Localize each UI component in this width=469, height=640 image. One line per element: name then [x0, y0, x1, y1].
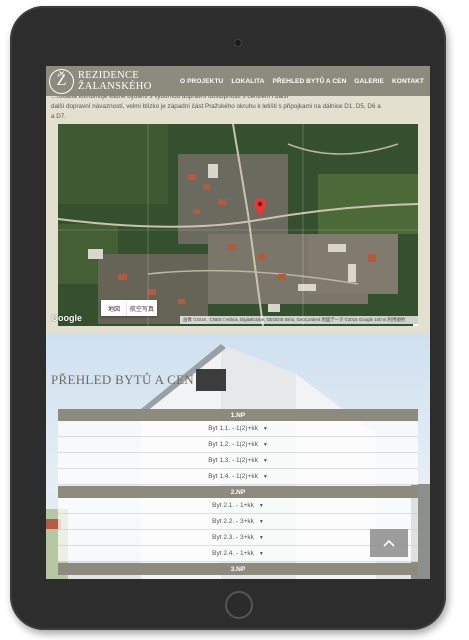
apartment-label: Byt 2.4. - 1+kk — [212, 550, 254, 557]
caret-down-icon: ▼ — [262, 425, 268, 432]
logo-mark: Ž — [49, 68, 74, 94]
caret-down-icon: ▼ — [262, 441, 268, 448]
apartment-label: Byt 2.1. - 1+kk — [212, 502, 254, 509]
site-header: Ž REZIDENCE ŽALANSKÉHO O PROJEKTU LOKALI… — [46, 66, 430, 96]
satellite-imagery — [58, 124, 418, 326]
intro-text: …lokalita kombinuje klidné bydlení s výb… — [46, 93, 430, 122]
nav-item-kontakt[interactable]: KONTAKT — [388, 78, 428, 85]
caret-down-icon: ▼ — [262, 473, 268, 480]
location-pin-icon[interactable] — [254, 198, 266, 216]
caret-down-icon: ▼ — [258, 518, 264, 525]
chevron-up-icon — [383, 539, 395, 547]
pegman-icon[interactable] — [413, 324, 418, 326]
caret-down-icon: ▼ — [258, 534, 264, 541]
nav-item-galerie[interactable]: GALERIE — [350, 78, 388, 85]
nav-item-lokalita[interactable]: LOKALITA — [227, 78, 268, 85]
caret-down-icon: ▼ — [258, 502, 264, 509]
apartment-row[interactable]: Byt 1.2. - 1(2)+kk ▼ — [58, 437, 418, 453]
apartment-row[interactable]: Byt 2.3. - 3+kk ▼ — [58, 530, 418, 546]
apartment-row[interactable]: Byt 1.1. - 1(2)+kk ▼ — [58, 421, 418, 437]
tablet-screen: Ž REZIDENCE ŽALANSKÉHO O PROJEKTU LOKALI… — [46, 66, 430, 579]
apartment-label: Byt 1.2. - 1(2)+kk — [208, 441, 258, 448]
caret-down-icon: ▼ — [262, 457, 268, 464]
floor-header[interactable]: 3.NP — [58, 563, 418, 575]
apartment-label: Byt 1.4. - 1(2)+kk — [208, 473, 258, 480]
logo-line-1: REZIDENCE — [78, 70, 140, 81]
floor-header[interactable]: 2.NP — [58, 486, 418, 498]
google-logo: Google — [51, 313, 82, 323]
map-view-button[interactable]: 地図 — [101, 300, 127, 316]
nav-item-o-projektu[interactable]: O PROJEKTU — [176, 78, 227, 85]
satellite-view-button[interactable]: 航空写真 — [127, 300, 157, 316]
site-logo[interactable]: Ž REZIDENCE ŽALANSKÉHO — [49, 68, 152, 94]
intro-line-2: další dopravní návazností, velmi blízko … — [51, 103, 381, 110]
intro-line-3: a D7. — [51, 113, 67, 120]
price-table: 1.NP Byt 1.1. - 1(2)+kk ▼ Byt 1.2. - 1(2)… — [58, 408, 418, 575]
apartment-row[interactable]: Byt 2.2. - 3+kk ▼ — [58, 514, 418, 530]
location-map[interactable]: + − — [58, 124, 418, 326]
nav-item-prehled[interactable]: PŘEHLED BYTŮ A CEN — [269, 78, 351, 85]
prices-title: PŘEHLED BYTŮ A CEN — [51, 372, 194, 387]
floor-header[interactable]: 1.NP — [58, 409, 418, 421]
scroll-to-top-button[interactable] — [370, 529, 408, 557]
tablet-home-button[interactable] — [225, 591, 253, 619]
main-nav: O PROJEKTU LOKALITA PŘEHLED BYTŮ A CEN G… — [176, 78, 428, 85]
apartment-row[interactable]: Byt 1.4. - 1(2)+kk ▼ — [58, 469, 418, 485]
tablet-frame: Ž REZIDENCE ŽALANSKÉHO O PROJEKTU LOKALI… — [10, 6, 446, 630]
logo-line-2: ŽALANSKÉHO — [78, 81, 152, 92]
logo-text: REZIDENCE ŽALANSKÉHO — [78, 70, 152, 92]
apartment-row[interactable]: Byt 2.4. - 1+kk ▼ — [58, 546, 418, 562]
apartment-label: Byt 1.1. - 1(2)+kk — [208, 425, 258, 432]
apartment-label: Byt 2.2. - 3+kk — [212, 518, 254, 525]
tablet-camera — [234, 39, 242, 47]
prices-section: PŘEHLED BYTŮ A CEN 1.NP Byt 1.1. - 1(2)+… — [46, 334, 430, 579]
apartment-row[interactable]: Byt 1.3. - 1(2)+kk ▼ — [58, 453, 418, 469]
apartment-label: Byt 2.3. - 3+kk — [212, 534, 254, 541]
apartment-label: Byt 1.3. - 1(2)+kk — [208, 457, 258, 464]
caret-down-icon: ▼ — [258, 550, 264, 557]
apartment-row[interactable]: Byt 2.1. - 1+kk ▼ — [58, 498, 418, 514]
map-credits: 画像 ©2016 , CNES / Airbus, DigitalGlobe, … — [180, 316, 418, 324]
